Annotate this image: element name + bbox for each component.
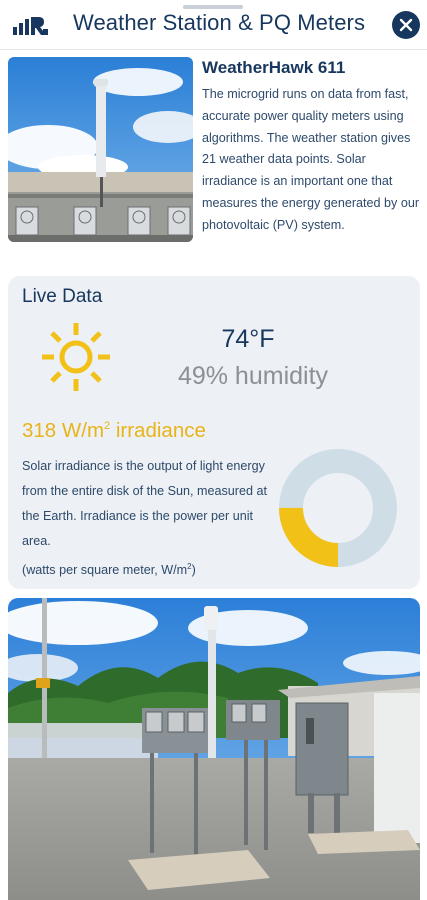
live-data-card: Live Data 74°F 49% humidity 318 W/m2 irr… bbox=[8, 276, 420, 589]
irradiance-description-text: Solar irradiance is the output of light … bbox=[22, 459, 268, 548]
microgrid-site-photo bbox=[8, 598, 420, 900]
weather-station-photo bbox=[8, 57, 193, 242]
bar-chart-logo-icon bbox=[13, 17, 48, 35]
units-close: ) bbox=[191, 563, 196, 578]
humidity-readout: 49% humidity bbox=[177, 362, 329, 390]
temperature-readout: 74°F bbox=[221, 325, 275, 353]
units-note: (watts per square meter, W/m bbox=[22, 563, 188, 578]
irradiance-description: Solar irradiance is the output of light … bbox=[22, 454, 272, 583]
irradiance-readout: 318 W/m2 irradiance bbox=[22, 419, 206, 443]
close-icon bbox=[399, 18, 413, 32]
sun-icon bbox=[42, 323, 110, 391]
irradiance-value: 318 W/m bbox=[22, 419, 105, 442]
irradiance-donut-chart bbox=[279, 449, 397, 567]
live-data-title: Live Data bbox=[22, 286, 103, 307]
irradiance-suffix: irradiance bbox=[110, 419, 206, 442]
panel-header: Weather Station & PQ Meters bbox=[0, 0, 427, 50]
close-button[interactable] bbox=[392, 11, 420, 39]
device-name: WeatherHawk 611 bbox=[202, 58, 346, 77]
page-title: Weather Station & PQ Meters bbox=[73, 10, 366, 35]
device-description: The microgrid runs on data from fast, ac… bbox=[202, 87, 420, 232]
